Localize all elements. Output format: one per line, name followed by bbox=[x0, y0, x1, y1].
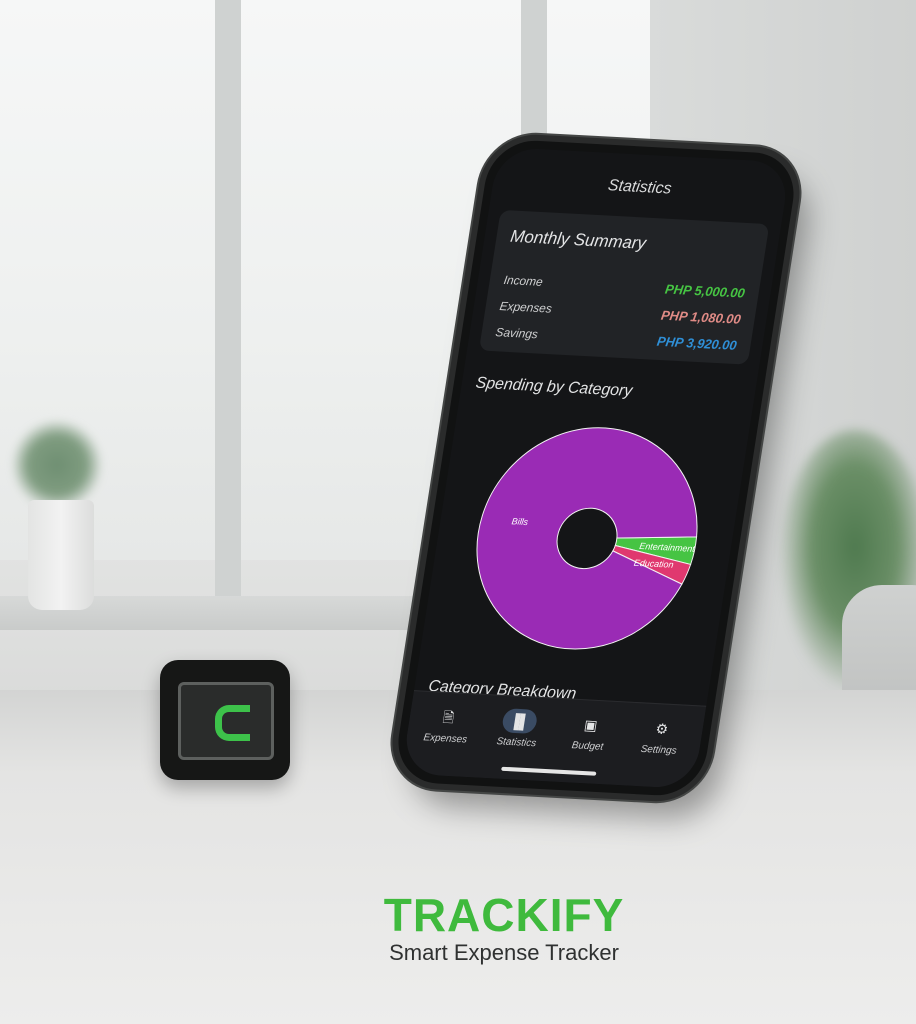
window-mullion bbox=[215, 0, 241, 600]
bar-chart-icon: ▐▌ bbox=[501, 708, 539, 735]
nav-label: Expenses bbox=[422, 732, 468, 746]
nav-label: Settings bbox=[639, 743, 678, 757]
spending-section-title: Spending by Category bbox=[474, 374, 634, 400]
phone-body: Statistics Monthly Summary Income PHP 5,… bbox=[391, 138, 801, 798]
summary-value-savings: PHP 3,920.00 bbox=[655, 333, 738, 353]
summary-label: Expenses bbox=[498, 298, 553, 316]
summary-row-savings: Savings PHP 3,920.00 bbox=[494, 325, 738, 356]
app-icon-frame bbox=[178, 682, 274, 760]
nav-label: Budget bbox=[570, 740, 604, 753]
nav-label: Statistics bbox=[495, 736, 537, 750]
brand-name: TRACKIFY bbox=[383, 889, 625, 941]
screen-title: Statistics bbox=[606, 177, 673, 198]
summary-row-income: Income PHP 5,000.00 bbox=[502, 273, 746, 304]
nav-item-budget[interactable]: ▣ Budget bbox=[552, 711, 627, 754]
summary-row-expenses: Expenses PHP 1,080.00 bbox=[498, 299, 742, 330]
summary-label: Income bbox=[502, 272, 544, 289]
bottom-nav-bar: 🗎 Expenses ▐▌ Statistics ▣ Budget ⚙ Sett… bbox=[401, 690, 707, 790]
receipt-icon: 🗎 bbox=[441, 708, 456, 726]
app-logo-icon bbox=[215, 705, 250, 741]
summary-title: Monthly Summary bbox=[509, 226, 648, 253]
plant-pot bbox=[28, 500, 94, 610]
phone-mockup: Statistics Monthly Summary Income PHP 5,… bbox=[300, 130, 860, 840]
summary-value-income: PHP 5,000.00 bbox=[664, 281, 746, 301]
pie-label-bills: Bills bbox=[511, 516, 529, 527]
nav-item-settings[interactable]: ⚙ Settings bbox=[623, 715, 698, 758]
plant-left bbox=[12, 420, 102, 510]
brand-tagline: Smart Expense Tracker bbox=[389, 940, 619, 965]
wallet-icon: ▣ bbox=[583, 716, 599, 734]
summary-value-expenses: PHP 1,080.00 bbox=[660, 307, 742, 327]
monthly-summary-card: Monthly Summary Income PHP 5,000.00 Expe… bbox=[478, 209, 770, 365]
phone-screen: Statistics Monthly Summary Income PHP 5,… bbox=[401, 146, 791, 790]
summary-label: Savings bbox=[494, 325, 539, 342]
nav-item-statistics[interactable]: ▐▌ Statistics bbox=[481, 707, 556, 750]
nav-item-expenses[interactable]: 🗎 Expenses bbox=[410, 703, 485, 746]
home-indicator[interactable] bbox=[501, 766, 597, 776]
spending-pie-chart: EntertainmentEducationBills bbox=[476, 427, 698, 650]
gear-icon: ⚙ bbox=[654, 720, 670, 738]
pie-label-education: Education bbox=[633, 558, 674, 570]
app-icon bbox=[160, 660, 290, 780]
